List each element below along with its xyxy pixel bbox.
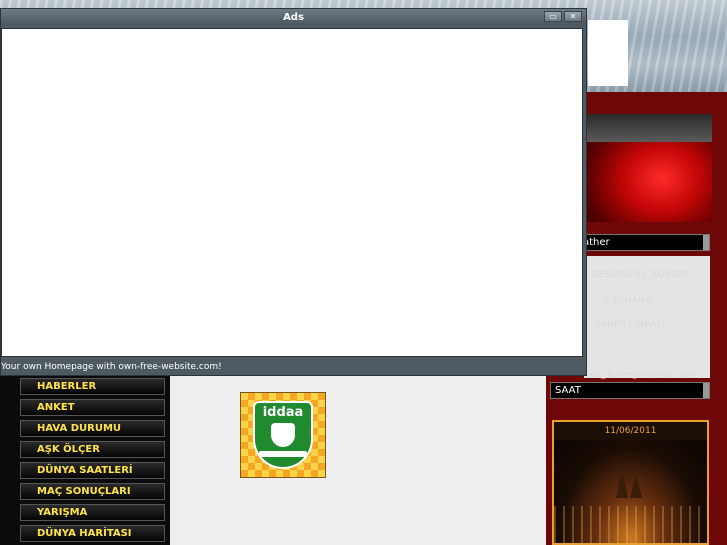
logo-tagline-strip [259,451,307,457]
city-lights [554,506,707,543]
nav-item-anket[interactable]: ANKET [20,399,165,416]
church-spire [616,468,628,498]
credit-name: TANER CINBASI [596,320,665,330]
ads-status-link[interactable]: Your own Homepage with own-free-website.… [1,359,586,375]
nav-item-mac-sonuclari[interactable]: MAÇ SONUÇLARI [20,483,165,500]
main-content-area [170,375,546,545]
close-button[interactable]: ✕ [564,11,582,22]
credit-designer: DESIGNE By_ROBBER [592,270,689,280]
iddaa-logo[interactable]: iddaa [240,392,326,478]
iddaa-logo-text: iddaa [262,405,304,420]
credit-esman: a-ESMAN© [604,296,654,306]
header-white-panel [588,20,628,86]
shield-icon [271,423,295,447]
red-abstract-banner [586,114,712,222]
nav-item-hava-durumu[interactable]: HAVA DURUMU [20,420,165,437]
clock-widget: 11/06/2011 [552,420,709,545]
left-nav-menu: HABERLER ANKET HAVA DURUMU AŞK ÖLÇER DÜN… [0,375,170,545]
ads-popup-window: Ads ▭ ✕ Your own Homepage with own-free-… [0,8,587,376]
ads-content-frame [1,28,583,357]
iddaa-shield-badge: iddaa [253,401,313,469]
nav-item-dunya-haritasi[interactable]: DÜNYA HARİTASI [20,525,165,542]
night-city-image [554,440,707,543]
credit-email[interactable]: ea_Taner@hotmail.com [590,370,695,380]
nav-item-yarisma[interactable]: YARIŞMA [20,504,165,521]
saat-header: SAAT [550,382,710,399]
nav-item-ask-olcer[interactable]: AŞK ÖLÇER [20,441,165,458]
nav-item-haberler[interactable]: HABERLER [20,378,165,395]
ads-window-title: Ads [283,12,304,23]
minimize-button[interactable]: ▭ [544,11,562,22]
clock-date: 11/06/2011 [604,426,657,436]
nav-item-dunya-saatleri[interactable]: DÜNYA SAATLERİ [20,462,165,479]
scrollbar[interactable] [703,383,709,398]
ads-titlebar[interactable]: Ads ▭ ✕ [1,9,586,26]
weather-header: ather [580,234,710,251]
scrollbar[interactable] [703,235,709,250]
saat-label: SAAT [555,385,581,396]
credits-panel: DESIGNE By_ROBBER a-ESMAN© TANER CINBASI… [584,256,710,380]
church-spire [630,474,642,498]
